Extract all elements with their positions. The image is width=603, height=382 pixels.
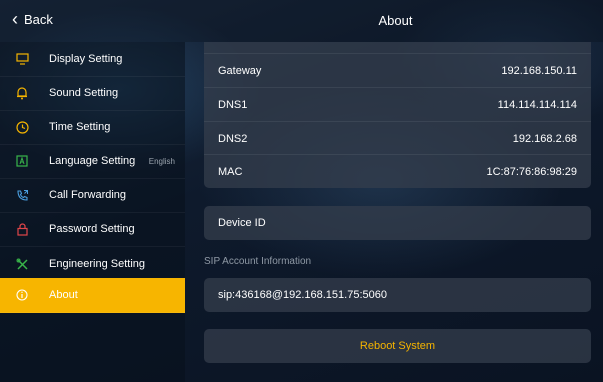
page-title: About: [378, 13, 413, 28]
about-panel: Gateway 192.168.150.11 DNS1 114.114.114.…: [185, 42, 603, 382]
row-key: DNS1: [218, 99, 248, 111]
sidebar-item-label: Display Setting: [49, 53, 123, 65]
clock-icon: [15, 120, 29, 134]
sidebar-item-label: About: [49, 289, 78, 301]
network-info-card: Gateway 192.168.150.11 DNS1 114.114.114.…: [204, 42, 591, 188]
device-id-row: Device ID: [204, 206, 591, 240]
row-key: Gateway: [218, 65, 262, 77]
row-key: MAC: [218, 166, 243, 178]
sidebar-item-label: Language Setting: [49, 155, 136, 167]
language-icon: [15, 154, 29, 168]
dns2-row: DNS2 192.168.2.68: [204, 121, 591, 156]
row-value: 114.114.114.114: [497, 99, 577, 111]
sidebar-item-sound[interactable]: Sound Setting: [0, 76, 185, 111]
sidebar-item-label: Password Setting: [49, 223, 135, 235]
reboot-row: Reboot System: [204, 329, 591, 363]
sidebar-item-label: Sound Setting: [49, 87, 119, 99]
device-id-card[interactable]: Device ID: [204, 206, 591, 240]
sip-account-row: sip:436168@192.168.151.75:5060: [204, 278, 591, 312]
gateway-row: Gateway 192.168.150.11: [204, 53, 591, 88]
sidebar-item-label: Time Setting: [49, 121, 111, 133]
row-value: 192.168.2.68: [512, 133, 577, 145]
sip-section-title: SIP Account Information: [204, 256, 312, 267]
sidebar-item-about[interactable]: About: [0, 278, 185, 313]
sidebar-item-display[interactable]: Display Setting: [0, 42, 185, 77]
top-bar: ‹ Back About: [0, 0, 603, 42]
sidebar-item-time[interactable]: Time Setting: [0, 110, 185, 145]
phone-forward-icon: [15, 188, 29, 202]
sidebar: Display Setting Sound Setting Time Setti…: [0, 42, 185, 382]
info-icon: [15, 288, 29, 302]
sidebar-item-password[interactable]: Password Setting: [0, 212, 185, 247]
sip-account-card[interactable]: sip:436168@192.168.151.75:5060: [204, 278, 591, 312]
row-value: 192.168.150.11: [501, 65, 577, 77]
mac-row: MAC 1C:87:76:86:98:29: [204, 154, 591, 189]
reboot-button[interactable]: Reboot System: [204, 329, 591, 363]
row-key: DNS2: [218, 133, 248, 145]
sidebar-item-label: Call Forwarding: [49, 189, 127, 201]
language-value: English: [148, 156, 175, 166]
row-value: 1C:87:76:86:98:29: [486, 166, 577, 178]
tools-icon: [15, 257, 29, 271]
sip-account-value: sip:436168@192.168.151.75:5060: [218, 289, 387, 301]
sidebar-item-call-forwarding[interactable]: Call Forwarding: [0, 178, 185, 213]
dns1-row: DNS1 114.114.114.114: [204, 87, 591, 122]
reboot-label: Reboot System: [359, 340, 436, 352]
sidebar-item-language[interactable]: Language Setting English: [0, 144, 185, 179]
monitor-icon: [15, 52, 29, 66]
sidebar-item-label: Engineering Setting: [49, 258, 146, 270]
lock-icon: [15, 222, 29, 236]
bell-icon: [15, 86, 29, 100]
device-id-label: Device ID: [218, 217, 266, 229]
